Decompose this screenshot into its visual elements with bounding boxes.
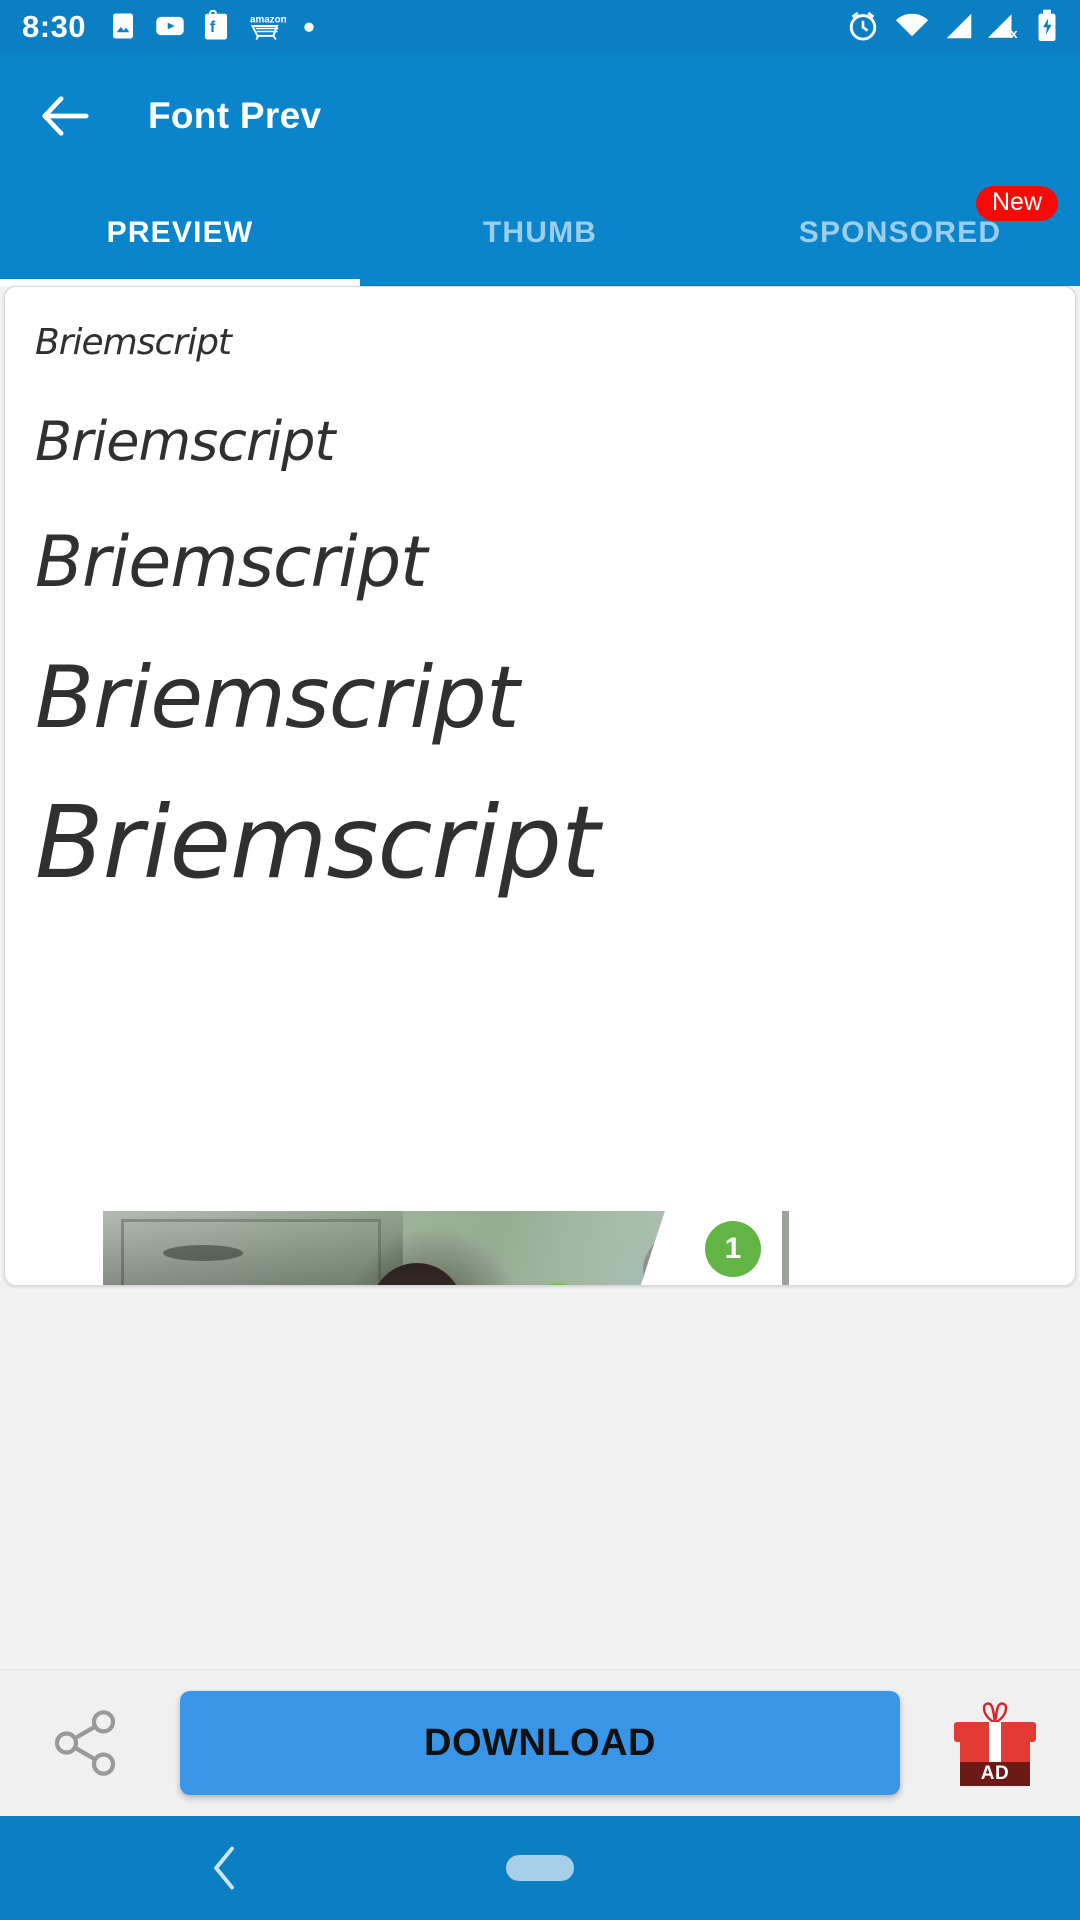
tab-thumb-label: THUMB (482, 216, 598, 249)
ad-rank-badge: 1 (705, 1221, 761, 1277)
flipkart-icon: f (204, 10, 228, 40)
new-badge: New (975, 186, 1058, 221)
font-sample-xlarge: Briemscript (35, 784, 600, 901)
font-sample-medium: Briemscript (35, 521, 428, 603)
ad-scrollbar[interactable] (782, 1211, 789, 1285)
amazon-icon: amazon (250, 14, 286, 41)
back-arrow-icon[interactable] (38, 89, 92, 143)
content-area: Briemscript Briemscript Briemscript Brie… (0, 286, 1080, 1716)
nav-home-pill[interactable] (506, 1855, 574, 1881)
gift-ad-button[interactable]: AD (910, 1700, 1080, 1786)
tab-preview-label: PREVIEW (106, 216, 254, 249)
ad-gradient-overlay (103, 1211, 403, 1285)
font-sample-list: Briemscript Briemscript Briemscript Brie… (5, 287, 1075, 893)
dot-icon (304, 22, 314, 32)
battery-charging-icon (1038, 9, 1056, 42)
status-bar-system-icons: x (846, 9, 1058, 43)
font-preview-card: Briemscript Briemscript Briemscript Brie… (4, 286, 1076, 1286)
tab-sponsored[interactable]: SPONSORED New (720, 180, 1080, 286)
share-button[interactable] (0, 1706, 170, 1780)
status-bar-time: 8:30 (22, 8, 87, 44)
page-title: Font Prev (148, 95, 322, 136)
bottom-action-bar: DOWNLOAD AD (0, 1669, 1080, 1816)
tab-preview[interactable]: PREVIEW (0, 180, 360, 286)
youtube-icon (156, 16, 184, 36)
status-bar-notification-icons: f amazon (108, 10, 316, 42)
alarm-icon (849, 11, 877, 41)
svg-text:f: f (210, 19, 216, 36)
font-sample-xsmall: Briemscript (35, 322, 232, 363)
font-sample-large: Briemscript (35, 648, 520, 748)
ad-banner[interactable]: This Election Don't be a Parrot Form you… (103, 1211, 789, 1285)
gift-ad-label: AD (960, 1762, 1030, 1786)
tab-thumb[interactable]: THUMB (360, 180, 720, 286)
nav-back-chevron-icon[interactable] (210, 1845, 240, 1891)
app-bar: Font Prev (0, 52, 1080, 180)
wifi-icon (895, 13, 929, 37)
system-nav-bar (0, 1816, 1080, 1920)
download-button[interactable]: DOWNLOAD (180, 1691, 900, 1795)
gift-bow-icon (982, 1702, 1008, 1724)
svg-text:x: x (1010, 26, 1018, 41)
signal-no-sim-icon: x (988, 14, 1018, 41)
tab-bar: PREVIEW THUMB SPONSORED New (0, 180, 1080, 286)
signal-icon (946, 13, 972, 39)
status-bar: 8:30 f amazon x (0, 0, 1080, 52)
svg-text:amazon: amazon (250, 14, 286, 25)
gallery-icon (113, 13, 134, 39)
gift-icon: AD (954, 1700, 1036, 1786)
tab-sponsored-label: SPONSORED (798, 216, 1002, 249)
font-sample-small: Briemscript (35, 410, 336, 473)
share-icon (54, 1710, 116, 1776)
